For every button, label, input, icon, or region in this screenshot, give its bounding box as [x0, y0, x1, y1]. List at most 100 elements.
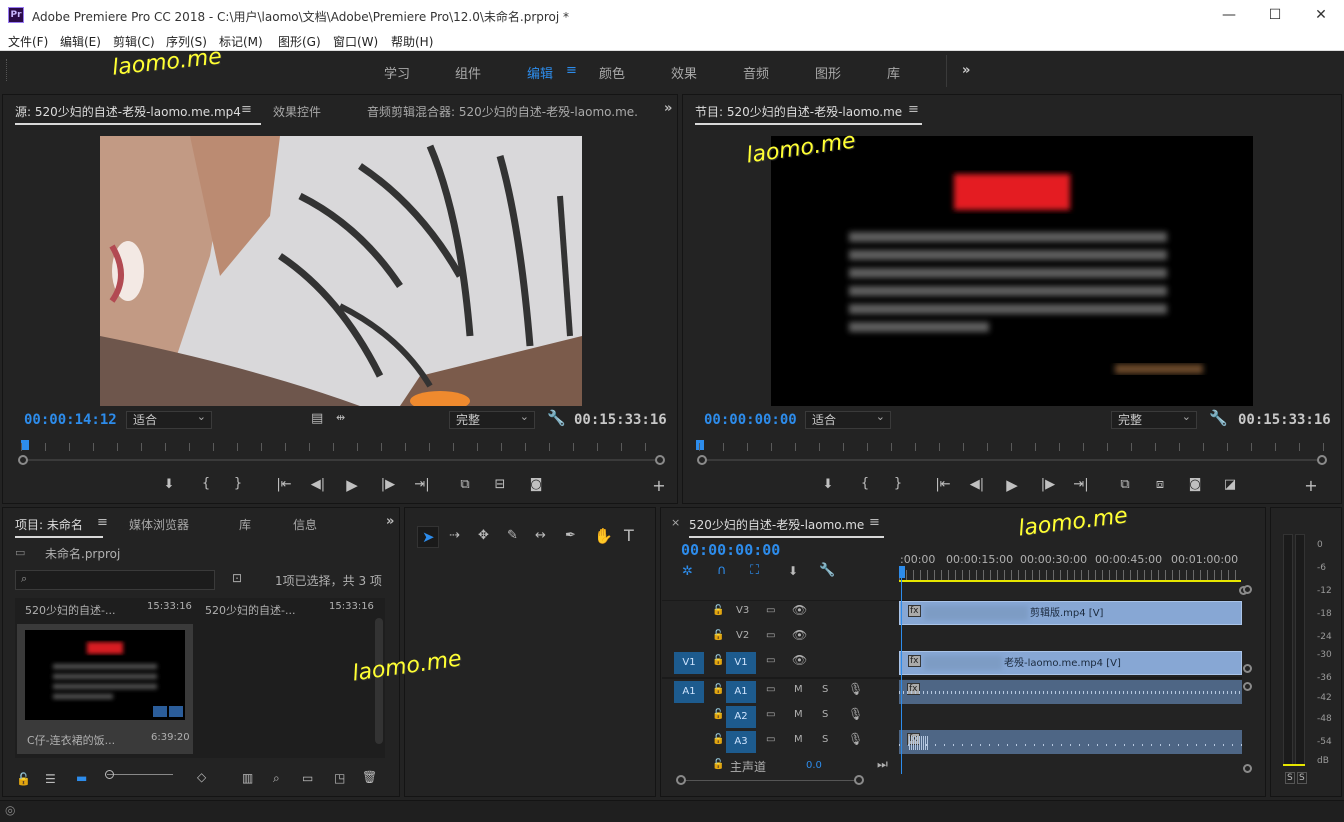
- sort-icon[interactable]: ◇: [197, 770, 206, 784]
- horizontal-zoom-right-knob[interactable]: [854, 775, 864, 785]
- workspace-audio[interactable]: 音频: [743, 63, 769, 82]
- mute-button[interactable]: M: [794, 684, 803, 695]
- find-icon[interactable]: ⌕: [273, 771, 280, 786]
- lock-track-icon[interactable]: 🔓: [712, 734, 724, 745]
- clip-a3[interactable]: fx: [899, 730, 1242, 754]
- workspace-editing[interactable]: 编辑: [527, 63, 553, 82]
- mark-out-icon[interactable]: }: [888, 476, 908, 491]
- close-button[interactable]: ✕: [1298, 0, 1344, 30]
- go-to-out-icon[interactable]: ⇥|: [1071, 477, 1091, 492]
- razor-tool-icon[interactable]: ✎: [507, 528, 518, 543]
- menu-clip[interactable]: 剪辑(C): [113, 33, 155, 50]
- workspace-color[interactable]: 颜色: [599, 63, 625, 82]
- lock-track-icon[interactable]: 🔓: [712, 630, 724, 641]
- lock-track-icon[interactable]: 🔓: [712, 655, 724, 666]
- pen-tool-icon[interactable]: ✒: [565, 528, 576, 543]
- solo-right-button[interactable]: S: [1297, 772, 1307, 784]
- program-current-timecode[interactable]: 00:00:00:00: [704, 412, 797, 428]
- play-icon[interactable]: ▶: [342, 476, 362, 494]
- more-tabs-icon[interactable]: »: [664, 101, 672, 116]
- microphone-icon[interactable]: 🎙: [848, 732, 863, 746]
- vertical-scroll-knob[interactable]: [1243, 682, 1252, 691]
- solo-button[interactable]: S: [822, 684, 828, 695]
- list-item[interactable]: 520少妇的自述-... 15:33:16: [15, 598, 195, 618]
- track-select-tool-icon[interactable]: ⇢: [449, 528, 460, 543]
- linked-selection-icon[interactable]: ⛶: [750, 563, 759, 578]
- toggle-output-icon[interactable]: 👁: [792, 628, 807, 642]
- master-volume[interactable]: 0.0: [806, 760, 822, 771]
- lock-track-icon[interactable]: 🔓: [712, 759, 724, 770]
- tab-source[interactable]: 源: 520少妇的自述-老殁-laomo.me.mp4: [15, 103, 261, 125]
- clear-icon[interactable]: 🗑: [362, 770, 377, 784]
- list-item[interactable]: 520少妇的自述-... 15:33:16: [195, 598, 375, 618]
- solo-button[interactable]: S: [822, 709, 828, 720]
- microphone-icon[interactable]: 🎙: [848, 707, 863, 721]
- timeline-current-timecode[interactable]: 00:00:00:00: [681, 541, 780, 559]
- lift-icon[interactable]: ⧉: [1115, 477, 1135, 492]
- timeline-playhead-handle[interactable]: [899, 566, 905, 578]
- workspace-effects[interactable]: 效果: [671, 63, 697, 82]
- export-frame-icon[interactable]: ◙: [526, 477, 546, 492]
- panel-menu-icon[interactable]: ≡: [908, 102, 919, 117]
- clip-a1[interactable]: fx: [899, 680, 1242, 704]
- maximize-button[interactable]: ☐: [1252, 0, 1298, 30]
- tab-program[interactable]: 节目: 520少妇的自述-老殁-laomo.me: [695, 103, 923, 125]
- tab-libraries[interactable]: 库: [239, 516, 251, 533]
- panel-menu-icon[interactable]: ≡: [97, 515, 108, 530]
- source-zoom-dropdown[interactable]: 适合: [126, 409, 212, 429]
- step-back-icon[interactable]: ◀|: [967, 477, 987, 492]
- source-current-timecode[interactable]: 00:00:14:12: [24, 412, 117, 428]
- minimize-button[interactable]: —: [1206, 0, 1252, 30]
- button-editor-icon[interactable]: +: [1301, 476, 1321, 495]
- sync-lock-icon[interactable]: ▭: [766, 655, 775, 666]
- lock-icon[interactable]: 🔓: [16, 772, 31, 786]
- workspace-learn[interactable]: 学习: [384, 63, 410, 82]
- mark-in-icon[interactable]: {: [196, 476, 216, 491]
- zoom-slider-handle[interactable]: [105, 770, 114, 779]
- step-forward-icon[interactable]: |▶: [1038, 477, 1058, 492]
- mark-in-icon[interactable]: {: [855, 476, 875, 491]
- hand-tool-icon[interactable]: ✋: [594, 527, 613, 545]
- horizontal-zoom-left-knob[interactable]: [676, 775, 686, 785]
- extract-icon[interactable]: ⧈: [1150, 477, 1170, 492]
- add-marker-icon[interactable]: ⬇: [788, 564, 798, 578]
- step-forward-icon[interactable]: |▶: [378, 477, 398, 492]
- vertical-scroll-knob[interactable]: [1243, 764, 1252, 773]
- toggle-output-icon[interactable]: 👁: [792, 603, 807, 617]
- microphone-icon[interactable]: 🎙: [848, 682, 863, 696]
- program-zoom-bar[interactable]: [703, 459, 1320, 461]
- go-to-in-icon[interactable]: |⇤: [274, 477, 294, 492]
- close-tab-icon[interactable]: ×: [671, 516, 680, 529]
- horizontal-zoom-bar[interactable]: [682, 780, 860, 781]
- project-search-input[interactable]: ⌕: [15, 570, 215, 590]
- go-to-end-icon[interactable]: ⏭: [877, 757, 888, 772]
- zoom-slider[interactable]: [107, 774, 173, 775]
- zoom-handle-left[interactable]: [18, 455, 28, 465]
- work-area-bar[interactable]: [899, 580, 1241, 582]
- track-target-a2[interactable]: A2: [726, 706, 756, 728]
- vertical-scroll-knob[interactable]: [1243, 664, 1252, 673]
- new-item-icon[interactable]: ◳: [334, 771, 345, 785]
- nest-toggle-icon[interactable]: ✲: [682, 564, 693, 579]
- track-target-a3[interactable]: A3: [726, 731, 756, 753]
- tab-sequence[interactable]: 520少妇的自述-老殁-laomo.me: [689, 516, 885, 538]
- solo-button[interactable]: S: [822, 734, 828, 745]
- tab-info[interactable]: 信息: [293, 516, 317, 533]
- slip-tool-icon[interactable]: ↔: [535, 528, 546, 543]
- sync-lock-icon[interactable]: ▭: [766, 630, 775, 641]
- comparison-view-icon[interactable]: ◪: [1220, 477, 1240, 492]
- menu-edit[interactable]: 编辑(E): [60, 33, 101, 50]
- workspace-assembly[interactable]: 组件: [455, 63, 481, 82]
- selection-tool[interactable]: ➤: [417, 526, 439, 548]
- toggle-output-icon[interactable]: 👁: [792, 653, 807, 667]
- mark-out-icon[interactable]: }: [228, 476, 248, 491]
- sync-lock-icon[interactable]: ▭: [766, 605, 775, 616]
- mute-button[interactable]: M: [794, 734, 803, 745]
- tab-effect-controls[interactable]: 效果控件: [273, 103, 321, 120]
- drag-audio-video-icon[interactable]: ⇹: [336, 411, 345, 424]
- lock-track-icon[interactable]: 🔓: [712, 709, 724, 720]
- wrench-icon[interactable]: 🔧: [547, 409, 566, 427]
- insert-icon[interactable]: ⧉: [455, 477, 475, 492]
- export-frame-icon[interactable]: ◙: [1185, 477, 1205, 492]
- workspace-libraries[interactable]: 库: [887, 63, 900, 82]
